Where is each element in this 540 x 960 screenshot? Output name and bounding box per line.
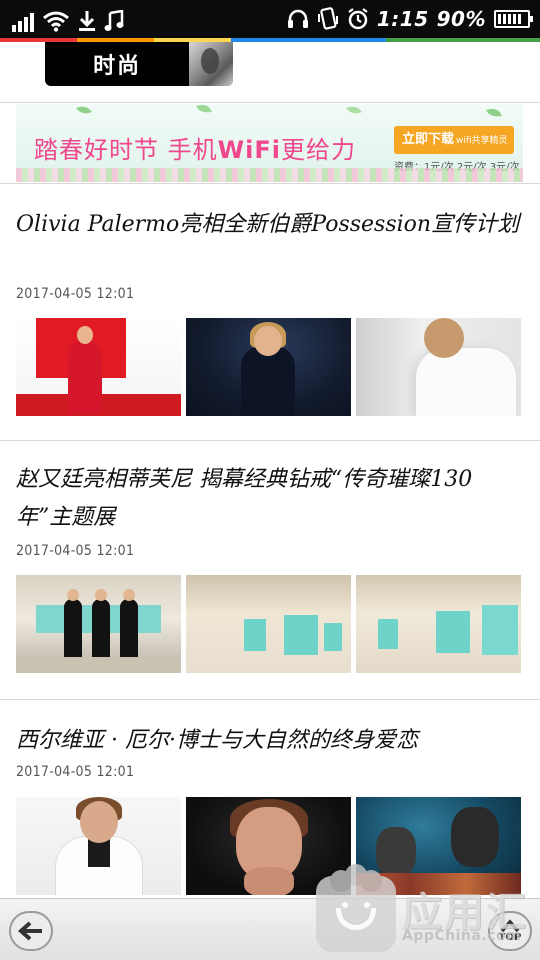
- back-arrow-icon: [18, 921, 42, 941]
- top-label: TOP: [498, 932, 522, 943]
- section-label: 时尚: [93, 54, 142, 79]
- section-tab[interactable]: 时尚: [45, 42, 233, 86]
- article-photo[interactable]: [186, 575, 351, 673]
- download-icon: [78, 10, 96, 32]
- divider: [0, 102, 540, 103]
- article-item[interactable]: Olivia Palermo亮相全新伯爵Possession宣传计划 2017-…: [0, 184, 540, 440]
- article-title[interactable]: 赵又廷亮相蒂芙尼 揭幕经典钻戒“传奇璀璨130年”主题展: [16, 461, 526, 537]
- article-photo[interactable]: [16, 797, 181, 895]
- signal-icon: [12, 13, 34, 32]
- back-to-top-button[interactable]: TOP: [488, 911, 532, 951]
- headphones-icon: [287, 8, 309, 30]
- vibrate-icon: [317, 7, 339, 31]
- up-arrow-icon: [500, 919, 520, 933]
- article-image-row: [16, 575, 521, 673]
- article-photo[interactable]: [16, 318, 181, 416]
- article-title[interactable]: 西尔维亚 · 厄尔·博士与大自然的终身爱恋: [16, 722, 526, 760]
- status-bar: 1:15 90%: [0, 0, 540, 38]
- article-photo[interactable]: [356, 575, 521, 673]
- article-date: 2017-04-05 12:01: [16, 543, 135, 559]
- ad-download-button[interactable]: 立即下载 wifi共享精灵: [394, 126, 514, 154]
- wifi-icon: [42, 10, 70, 32]
- battery-icon: [494, 10, 533, 28]
- article-date: 2017-04-05 12:01: [16, 764, 135, 780]
- music-icon: [104, 10, 124, 32]
- article-date: 2017-04-05 12:01: [16, 286, 135, 302]
- banner-ad[interactable]: 踏春好时节 手机WiFi更给力 立即下载wifi共享精灵 资费：1元/次 2元/…: [16, 104, 523, 182]
- article-photo[interactable]: [186, 797, 351, 895]
- article-photo[interactable]: [186, 318, 351, 416]
- status-icons-left: [12, 6, 124, 32]
- article-photo[interactable]: [356, 797, 521, 895]
- article-image-row: [16, 797, 521, 895]
- status-icons-right: 1:15 90%: [287, 5, 533, 33]
- alarm-icon: [347, 8, 369, 30]
- article-image-row: [16, 318, 521, 416]
- battery-percent: 90%: [436, 7, 486, 31]
- article-item[interactable]: 赵又廷亮相蒂芙尼 揭幕经典钻戒“传奇璀璨130年”主题展 2017-04-05 …: [0, 441, 540, 699]
- back-button[interactable]: [9, 911, 53, 951]
- article-item[interactable]: 西尔维亚 · 厄尔·博士与大自然的终身爱恋 2017-04-05 12:01: [0, 700, 540, 898]
- flowers-decoration: [16, 168, 523, 182]
- bottom-toolbar: TOP: [0, 898, 540, 960]
- section-header: 时尚: [0, 42, 540, 102]
- ad-headline: 踏春好时节 手机WiFi更给力: [34, 136, 356, 164]
- article-photo[interactable]: [356, 318, 521, 416]
- article-title[interactable]: Olivia Palermo亮相全新伯爵Possession宣传计划: [16, 206, 526, 244]
- clock: 1:15: [376, 7, 429, 31]
- section-thumbnail: [189, 42, 233, 86]
- article-photo[interactable]: [16, 575, 181, 673]
